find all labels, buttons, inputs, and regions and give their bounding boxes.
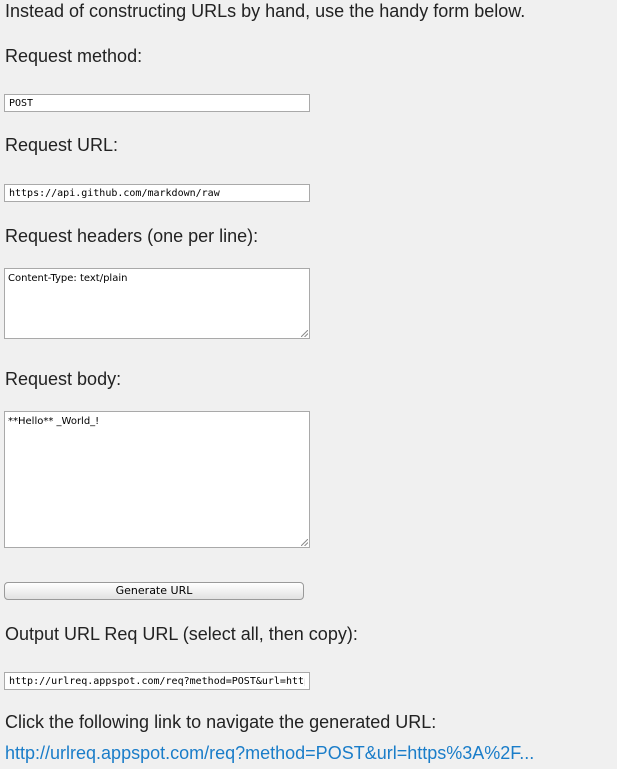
output-url-label: Output URL Req URL (select all, then cop… bbox=[5, 624, 358, 644]
navigate-label: Click the following link to navigate the… bbox=[5, 712, 437, 732]
request-method-input[interactable] bbox=[4, 94, 310, 112]
output-url-input[interactable] bbox=[4, 672, 310, 690]
request-url-label: Request URL: bbox=[5, 135, 119, 155]
request-url-input[interactable] bbox=[4, 184, 310, 202]
intro-text: Instead of constructing URLs by hand, us… bbox=[5, 1, 526, 21]
request-body-label: Request body: bbox=[5, 369, 122, 389]
request-method-label: Request method: bbox=[5, 46, 143, 66]
generated-url-link[interactable]: http://urlreq.appspot.com/req?method=POS… bbox=[5, 742, 534, 764]
generate-url-button[interactable]: Generate URL bbox=[4, 582, 304, 600]
request-headers-label: Request headers (one per line): bbox=[5, 226, 259, 246]
request-headers-textarea[interactable]: Content-Type: text/plain bbox=[4, 268, 310, 339]
request-body-textarea[interactable]: **Hello** _World_! bbox=[4, 411, 310, 548]
